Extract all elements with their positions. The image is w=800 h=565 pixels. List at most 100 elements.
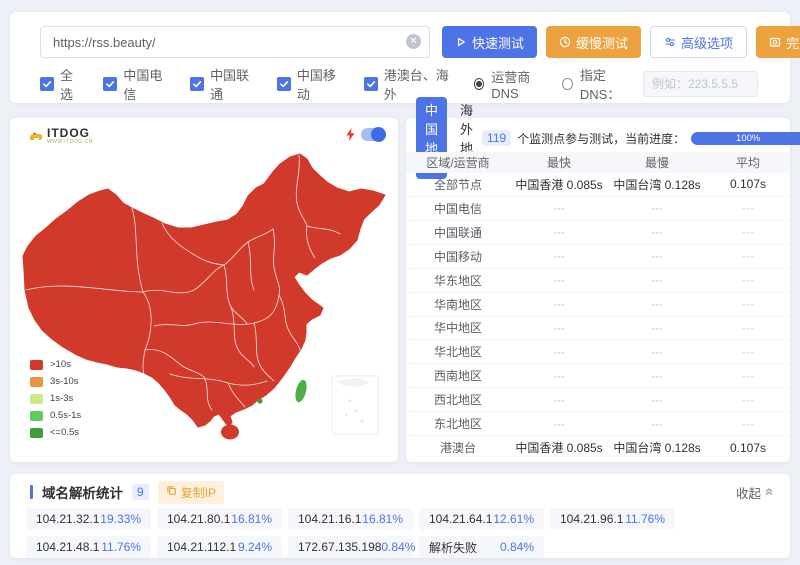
ip-stat-cell: 104.21.48.111.76% <box>26 536 151 558</box>
col-fastest: 最快 <box>510 154 608 171</box>
cell-fastest: --- <box>510 297 608 311</box>
cell-slowest: --- <box>608 345 706 359</box>
copy-ip-label: 复制IP <box>181 484 216 501</box>
results-table-header: 区域/运营商 最快 最慢 平均 <box>406 152 790 173</box>
legend-swatch <box>30 360 43 370</box>
carrier-dns-radio[interactable] <box>474 78 484 90</box>
test-buttons: 快速测试 缓慢测试 高级选项完整截图 <box>442 26 800 58</box>
collapse-label: 收起 <box>736 483 761 502</box>
advanced-options-button[interactable]: 高级选项 <box>650 26 747 58</box>
copy-ip-button[interactable]: 复制IP <box>158 481 224 504</box>
dog-icon <box>28 129 44 143</box>
clock-icon <box>559 36 571 48</box>
results-tabs-row: 中国地区 海外地区 119 个监测点参与测试，当前进度： 100% <box>416 127 779 149</box>
quick-test-button[interactable]: 快速测试 <box>442 26 537 58</box>
custom-dns-input[interactable] <box>643 71 758 97</box>
cell-slowest: --- <box>608 297 706 311</box>
logo-text: ITDOG <box>47 127 93 139</box>
custom-dns-radio[interactable] <box>562 78 572 90</box>
monitor-progress-text: 个监测点参与测试，当前进度： <box>517 130 685 147</box>
checkbox-中国移动[interactable]: 中国移动 <box>277 65 342 103</box>
options-row: 全选中国电信中国联通中国移动港澳台、海外 运营商DNS 指定DNS： <box>40 72 758 96</box>
cell-avg: --- <box>706 297 790 311</box>
ip-stat-cell: 104.21.112.19.24% <box>157 536 282 558</box>
results-table-body: 全部节点中国香港 0.085s中国台湾 0.128s0.107s中国电信----… <box>406 173 790 459</box>
full-screenshot-button[interactable]: 完整截图 <box>756 26 800 58</box>
cell-fastest: --- <box>510 345 608 359</box>
ip-percentage: 19.33% <box>100 512 141 526</box>
checkbox-全选[interactable]: 全选 <box>40 65 81 103</box>
cell-region: 华南地区 <box>406 296 510 313</box>
cell-fastest: 中国香港 0.085s <box>510 439 608 456</box>
ip-percentage: 16.81% <box>362 512 403 526</box>
cell-avg: --- <box>706 417 790 431</box>
ip-value: 解析失败 <box>429 539 477 556</box>
cell-region: 华东地区 <box>406 272 510 289</box>
progress-bar: 100% <box>691 132 800 145</box>
table-row: 华南地区--------- <box>406 293 790 317</box>
ip-percentage: 16.81% <box>231 512 272 526</box>
cell-avg: 0.107s <box>706 177 790 191</box>
url-input-wrap: ✕ <box>40 26 430 58</box>
checkbox-中国联通[interactable]: 中国联通 <box>190 65 255 103</box>
collapse-chevrons-icon <box>764 485 774 499</box>
cell-avg: --- <box>706 369 790 383</box>
hainan-shape <box>221 425 239 440</box>
cell-region: 中国电信 <box>406 200 510 217</box>
cell-avg: 0.107s <box>706 441 790 455</box>
cell-avg: --- <box>706 393 790 407</box>
map-mode-toggle[interactable] <box>361 128 385 141</box>
legend-label: 1s-3s <box>50 393 73 404</box>
checkbox-中国电信[interactable]: 中国电信 <box>103 65 168 103</box>
table-row: 华北地区--------- <box>406 340 790 364</box>
col-average: 平均 <box>706 154 790 171</box>
ip-value: 104.21.80.1 <box>167 512 230 526</box>
ip-stat-cell: 172.67.135.1980.84% <box>288 536 413 558</box>
cell-fastest: --- <box>510 225 608 239</box>
slow-test-button[interactable]: 缓慢测试 <box>546 26 641 58</box>
ip-percentage: 11.76% <box>625 512 665 526</box>
isp-checkboxes: 全选中国电信中国联通中国移动港澳台、海外 <box>40 65 474 103</box>
clear-input-icon[interactable]: ✕ <box>406 34 421 49</box>
checkbox-checked-icon <box>364 77 378 91</box>
url-input[interactable] <box>40 26 430 58</box>
cell-fastest: --- <box>510 393 608 407</box>
cell-region: 全部节点 <box>406 176 510 193</box>
ip-value: 104.21.96.1 <box>560 512 623 526</box>
checkbox-checked-icon <box>40 77 54 91</box>
ip-stat-cell: 解析失败0.84% <box>419 536 544 558</box>
options-icon <box>664 36 676 48</box>
legend-item: 0.5s-1s <box>30 410 81 421</box>
cell-avg: --- <box>706 321 790 335</box>
cell-slowest: --- <box>608 273 706 287</box>
table-row: 中国电信--------- <box>406 197 790 221</box>
taiwan-shape <box>293 379 308 404</box>
carrier-dns-label: 运营商DNS <box>491 67 547 101</box>
ip-percentage: 12.61% <box>493 512 534 526</box>
table-row: 西北地区--------- <box>406 388 790 412</box>
title-accent-bar <box>30 485 33 499</box>
cell-fastest: --- <box>510 369 608 383</box>
cell-region: 港澳台 <box>406 439 510 456</box>
copy-icon <box>166 485 177 499</box>
button-label: 缓慢测试 <box>576 33 628 52</box>
legend-label: >10s <box>50 359 71 370</box>
ip-value: 104.21.16.1 <box>298 512 361 526</box>
cell-slowest: --- <box>608 369 706 383</box>
checkbox-label: 中国联通 <box>210 65 255 103</box>
checkbox-label: 中国电信 <box>123 65 168 103</box>
table-row: 中国移动--------- <box>406 245 790 269</box>
ip-percentage: 9.24% <box>238 540 272 554</box>
ip-stat-cell: 104.21.16.116.81% <box>288 508 413 530</box>
collapse-button[interactable]: 收起 <box>736 483 774 502</box>
dns-count-badge: 9 <box>132 484 149 500</box>
cell-avg: --- <box>706 273 790 287</box>
legend-label: 0.5s-1s <box>50 410 81 421</box>
play-icon <box>455 36 467 48</box>
legend-label: <=0.5s <box>50 427 79 438</box>
dns-stats-card: 域名解析统计 9 复制IP 收起 104.21.32.119.33%104.21… <box>10 474 790 558</box>
cell-region: 华中地区 <box>406 319 510 336</box>
cell-slowest: --- <box>608 225 706 239</box>
cell-region: 华北地区 <box>406 343 510 360</box>
cell-fastest: 中国香港 0.085s <box>510 176 608 193</box>
